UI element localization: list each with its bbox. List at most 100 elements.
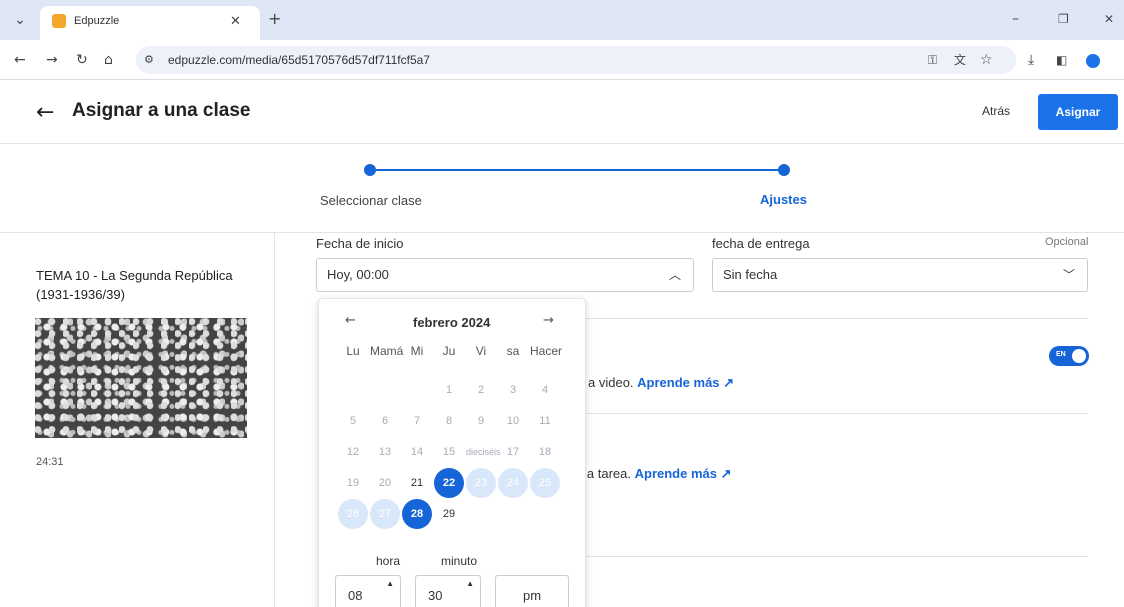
calendar-day[interactable]: 1 xyxy=(434,375,464,405)
setting-1-text: a video. Aprende más ↗ xyxy=(588,375,735,390)
stepper-divider xyxy=(0,232,1124,233)
calendar-day[interactable]: dieciséis xyxy=(466,437,501,467)
ampm-select[interactable]: pm xyxy=(495,575,569,607)
settings-divider-3 xyxy=(586,556,1088,557)
calendar-day[interactable]: 29 xyxy=(434,499,464,529)
chevron-down-icon: ﹀ xyxy=(1062,268,1075,282)
calendar-day[interactable]: 24 xyxy=(498,468,528,498)
calendar-day[interactable]: 4 xyxy=(530,375,560,405)
browser-tab[interactable]: Edpuzzle ✕ xyxy=(40,6,260,40)
next-month-icon[interactable]: → xyxy=(543,313,554,328)
profile-avatar-icon[interactable] xyxy=(1086,54,1100,68)
calendar-day[interactable]: 19 xyxy=(338,468,368,498)
hour-stepper[interactable]: 08 ▲ xyxy=(335,575,401,607)
minute-up-icon[interactable]: ▲ xyxy=(466,564,474,604)
sidebar-divider xyxy=(274,232,275,607)
close-window-icon[interactable]: ✕ xyxy=(1104,9,1114,29)
step-1-dot xyxy=(364,164,376,176)
calendar-day[interactable]: 11 xyxy=(530,406,560,436)
reload-icon[interactable]: ↻ xyxy=(76,50,88,70)
page-back-arrow-icon[interactable]: ← xyxy=(36,100,54,125)
page-title: Asignar a una clase xyxy=(72,100,251,121)
calendar-day[interactable]: 5 xyxy=(338,406,368,436)
tab-close-icon[interactable]: ✕ xyxy=(230,12,241,32)
media-thumbnail[interactable] xyxy=(35,318,247,438)
back-button[interactable]: Atrás xyxy=(982,104,1010,118)
weekday-label: Mamá xyxy=(370,344,404,358)
hour-up-icon[interactable]: ▲ xyxy=(386,564,394,604)
assign-button[interactable]: Asignar xyxy=(1038,94,1118,130)
calendar-popup: ← febrero 2024 → Lu Mamá Mi Ju Vi sa Hacer 1 2 3 4… xyxy=(318,298,586,607)
due-date-label: fecha de entrega xyxy=(712,236,810,251)
forward-icon[interactable]: → xyxy=(46,50,58,70)
chevron-up-icon: ︿ xyxy=(668,268,681,282)
calendar-day[interactable]: 3 xyxy=(498,375,528,405)
weekday-label: Lu xyxy=(346,344,360,358)
learn-more-link-2[interactable]: Aprende más xyxy=(635,466,717,481)
weekday-label: sa xyxy=(506,344,520,358)
calendar-day[interactable]: 25 xyxy=(530,468,560,498)
back-icon[interactable]: ← xyxy=(14,50,26,70)
calendar-day[interactable]: 21 xyxy=(402,468,432,498)
calendar-empty xyxy=(402,375,432,405)
calendar-day[interactable]: 12 xyxy=(338,437,368,467)
calendar-day[interactable]: 10 xyxy=(498,406,528,436)
toggle-knob xyxy=(1072,349,1086,363)
restore-icon[interactable]: ❐ xyxy=(1058,9,1069,29)
minute-stepper[interactable]: 30 ▲ xyxy=(415,575,481,607)
due-date-select[interactable]: Sin fecha ﹀ xyxy=(712,258,1088,292)
start-date-input[interactable]: Hoy, 00:00 ︿ xyxy=(316,258,694,292)
calendar-day[interactable]: 9 xyxy=(466,406,496,436)
tab-title: Edpuzzle xyxy=(74,15,120,27)
calendar-day[interactable]: 2 xyxy=(466,375,496,405)
url-text: edpuzzle.com/media/65d5170576d57df711fcf… xyxy=(168,53,430,67)
calendar-day[interactable]: 28 xyxy=(402,499,432,529)
site-info-icon[interactable]: ⚙ xyxy=(144,50,154,70)
calendar-empty xyxy=(338,375,368,405)
calendar-day[interactable]: 27 xyxy=(370,499,400,529)
start-date-value: Hoy, 00:00 xyxy=(327,267,389,282)
calendar-empty xyxy=(370,375,400,405)
media-duration: 24:31 xyxy=(36,456,64,468)
settings-divider-1 xyxy=(586,318,1088,319)
start-date-label: Fecha de inicio xyxy=(316,236,404,251)
calendar-day[interactable]: 22 xyxy=(434,468,464,498)
calendar-day[interactable]: 20 xyxy=(370,468,400,498)
calendar-day[interactable]: 26 xyxy=(338,499,368,529)
media-title: TEMA 10 - La Segunda República (1931-193… xyxy=(36,268,233,302)
translate-icon[interactable]: 文 xyxy=(954,50,966,70)
tab-search-icon[interactable]: ⌄ xyxy=(10,10,30,30)
toggle-label: EN xyxy=(1056,351,1066,358)
header-divider xyxy=(0,143,1124,144)
optional-label: Opcional xyxy=(1045,236,1089,248)
step-2-dot xyxy=(778,164,790,176)
weekday-label: Mi xyxy=(410,344,424,358)
address-bar[interactable]: ⚙ edpuzzle.com/media/65d5170576d57df711f… xyxy=(136,46,1016,74)
weekday-label: Hacer xyxy=(530,344,563,358)
calendar-day[interactable]: 7 xyxy=(402,406,432,436)
sidepanel-icon[interactable]: ◧ xyxy=(1056,50,1067,70)
calendar-day[interactable]: 8 xyxy=(434,406,464,436)
calendar-day[interactable]: 23 xyxy=(466,468,496,498)
calendar-day[interactable]: 17 xyxy=(498,437,528,467)
calendar-day[interactable]: 13 xyxy=(370,437,400,467)
calendar-day[interactable]: 14 xyxy=(402,437,432,467)
bookmark-star-icon[interactable]: ☆ xyxy=(980,50,993,70)
stepper-line xyxy=(369,169,785,171)
calendar-day[interactable]: 6 xyxy=(370,406,400,436)
minimize-icon[interactable]: – xyxy=(1012,9,1019,29)
toggle-switch[interactable]: EN xyxy=(1049,346,1089,366)
learn-more-link-1[interactable]: Aprende más xyxy=(637,375,719,390)
step-1-label[interactable]: Seleccionar clase xyxy=(320,193,422,208)
prev-month-icon[interactable]: ← xyxy=(345,313,356,328)
external-link-icon: ↗ xyxy=(720,466,732,481)
home-icon[interactable]: ⌂ xyxy=(104,50,113,70)
calendar-month: febrero 2024 xyxy=(413,315,491,330)
calendar-day[interactable]: 15 xyxy=(434,437,464,467)
key-icon[interactable]: ⚿ xyxy=(928,50,937,70)
step-2-label[interactable]: Ajustes xyxy=(760,192,807,207)
calendar-day[interactable]: 18 xyxy=(530,437,560,467)
download-icon[interactable]: ⤓ xyxy=(1028,50,1034,70)
due-date-value: Sin fecha xyxy=(723,267,778,282)
new-tab-icon[interactable]: + xyxy=(268,9,281,29)
